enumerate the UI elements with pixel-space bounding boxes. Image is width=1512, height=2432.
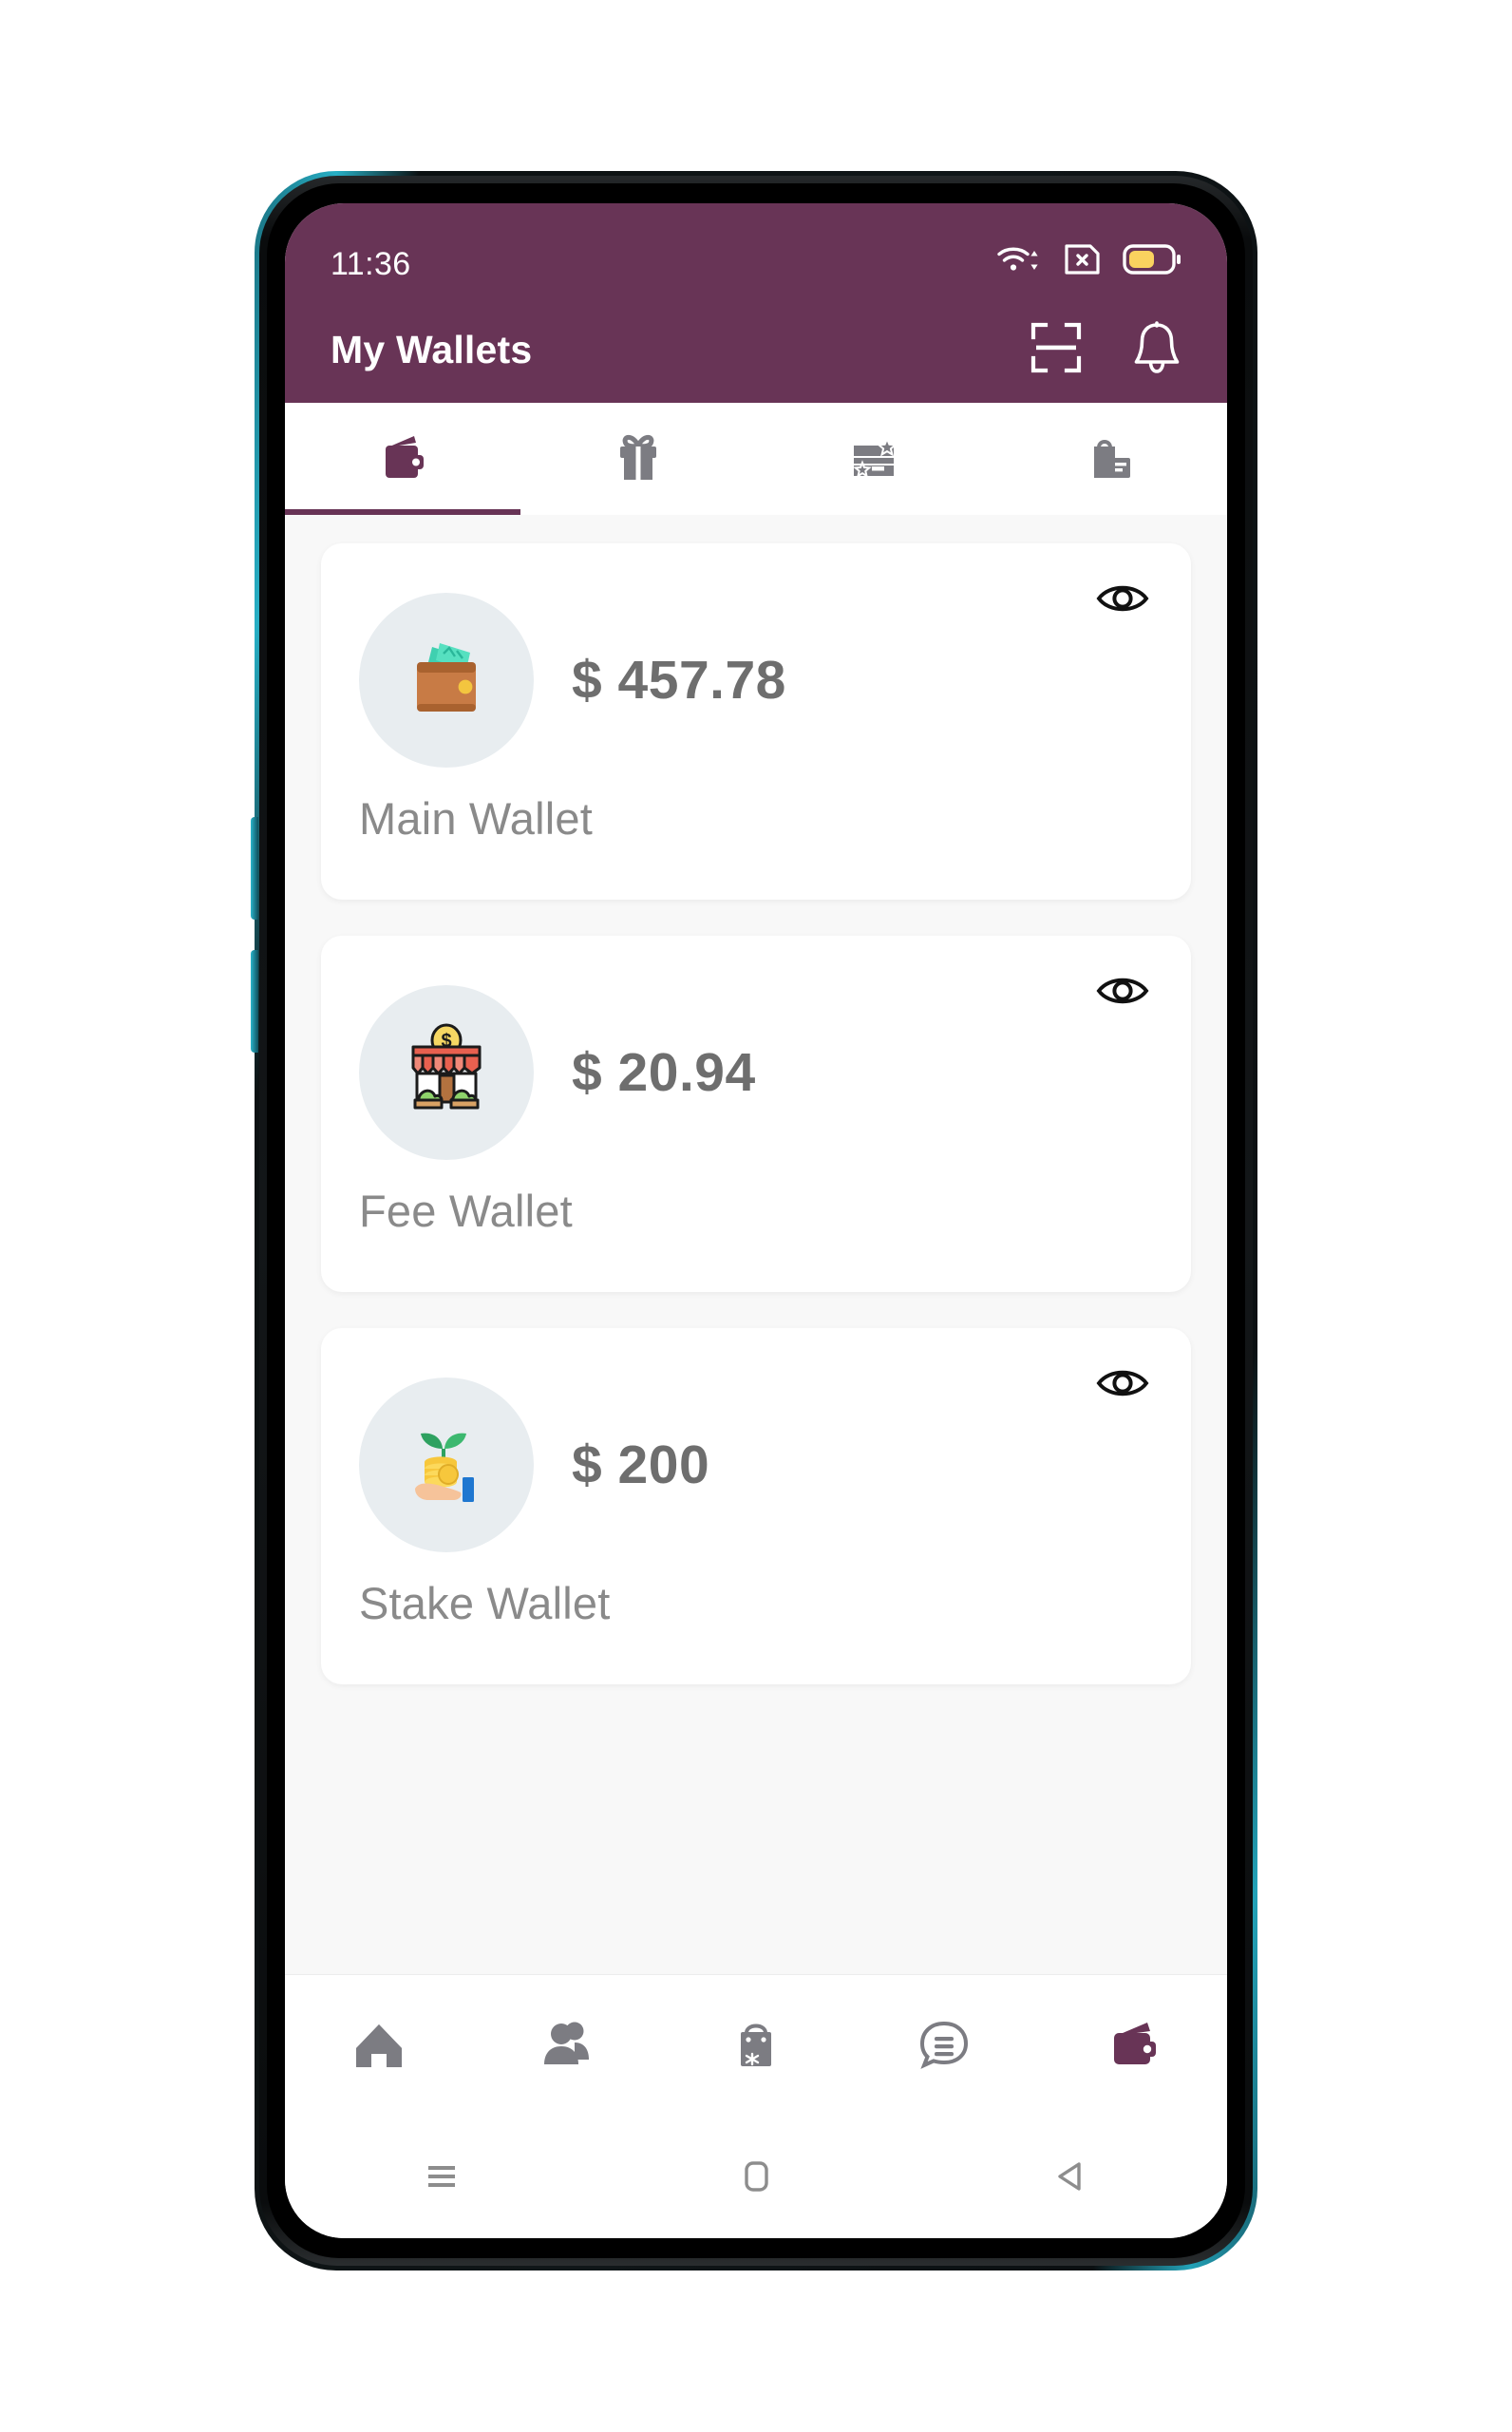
shopping-bag-card-icon	[1079, 427, 1140, 492]
wallet-name: Fee Wallet	[359, 1186, 573, 1236]
wallet-card[interactable]: $ 200 Stake Wallet	[321, 1328, 1191, 1684]
wallet-summary-row: $ $ 20.94	[359, 936, 1153, 1160]
wallet-list: $ 457.78 Main Wallet $ $ 20.94 Fee Walle…	[285, 515, 1227, 1974]
status-bar-icons	[995, 240, 1181, 283]
nav-item-chat[interactable]	[850, 2012, 1038, 2081]
wallet-name: Stake Wallet	[359, 1578, 611, 1628]
recents-icon	[419, 2154, 464, 2204]
storefront-coin-icon: $	[390, 1015, 502, 1131]
wallet-icon	[1101, 2012, 1165, 2081]
bottom-navigation-bar	[285, 1974, 1227, 2118]
shopping-bag-icon	[724, 2012, 788, 2081]
people-icon	[536, 2012, 600, 2081]
wallet-card[interactable]: $ 457.78 Main Wallet	[321, 543, 1191, 900]
tab-coupons[interactable]	[756, 403, 992, 515]
notifications-bell-button[interactable]	[1132, 320, 1181, 380]
gift-icon	[608, 427, 669, 492]
nav-item-wallet[interactable]	[1039, 2012, 1227, 2081]
page-title: My Wallets	[331, 327, 533, 371]
wallet-avatar	[359, 1378, 534, 1552]
back-triangle-icon	[1048, 2154, 1093, 2204]
wallet-cash-icon	[390, 622, 502, 739]
active-tab-indicator	[285, 509, 520, 515]
phone-screen: 11:36 My Wallets $ 457.78 Main Wallet $ …	[285, 203, 1227, 2238]
nav-item-contacts[interactable]	[473, 2012, 661, 2081]
toggle-balance-visibility-button[interactable]	[1096, 1362, 1149, 1404]
chat-bubble-icon	[912, 2012, 976, 2081]
wallet-avatar	[359, 593, 534, 768]
wifi-data-icon	[995, 240, 1043, 283]
tab-shop[interactable]	[992, 403, 1227, 515]
wallet-tab-bar	[285, 403, 1227, 515]
toggle-balance-visibility-button[interactable]	[1096, 578, 1149, 619]
status-bar-clock: 11:36	[331, 246, 411, 282]
svg-text:$: $	[441, 1031, 451, 1052]
wallet-card[interactable]: $ $ 20.94 Fee Wallet	[321, 936, 1191, 1292]
system-home-button[interactable]	[599, 2154, 914, 2204]
nav-item-home[interactable]	[285, 2012, 473, 2081]
sim-no-service-icon	[1064, 242, 1102, 281]
system-recents-button[interactable]	[285, 2154, 599, 2204]
tab-gifts[interactable]	[520, 403, 756, 515]
wallet-balance: $ 200	[572, 1434, 710, 1495]
wallet-summary-row: $ 200	[359, 1328, 1153, 1552]
tab-wallets[interactable]	[285, 403, 520, 515]
wallet-balance: $ 20.94	[572, 1042, 756, 1103]
loyalty-card-icon	[843, 427, 904, 492]
status-bar: 11:36	[285, 203, 1227, 296]
app-bar-actions	[1030, 320, 1181, 380]
battery-icon	[1123, 243, 1181, 280]
wallet-summary-row: $ 457.78	[359, 543, 1153, 768]
hand-coins-plant-icon	[390, 1407, 502, 1524]
nav-item-shop[interactable]	[662, 2012, 850, 2081]
wallet-balance: $ 457.78	[572, 650, 786, 711]
wallet-name: Main Wallet	[359, 793, 593, 844]
wallet-avatar: $	[359, 985, 534, 1160]
toggle-balance-visibility-button[interactable]	[1096, 970, 1149, 1012]
system-back-button[interactable]	[913, 2154, 1227, 2204]
scan-qr-button[interactable]	[1030, 321, 1083, 379]
volume-down-button[interactable]	[251, 950, 258, 1053]
home-icon	[347, 2012, 411, 2081]
volume-up-button[interactable]	[251, 817, 258, 920]
android-system-navigation	[285, 2118, 1227, 2238]
wallet-icon	[372, 427, 433, 492]
app-bar: My Wallets	[285, 296, 1227, 403]
home-square-icon	[733, 2154, 779, 2204]
